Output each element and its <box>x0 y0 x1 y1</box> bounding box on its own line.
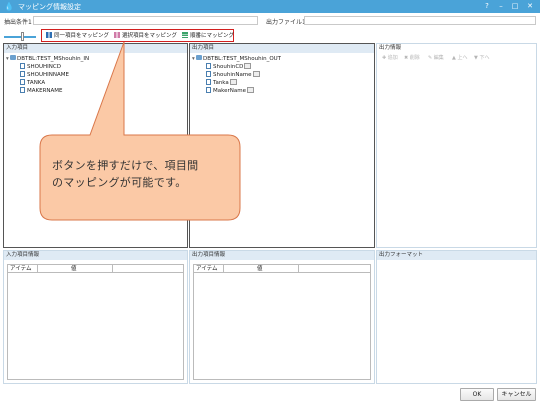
extract-condition-label: 抽出条件1 <box>4 19 32 26</box>
zoom-slider-handle[interactable] <box>21 32 24 41</box>
minimize-button[interactable]: – <box>496 1 506 11</box>
output-info-title: 出力情報 <box>377 44 536 53</box>
add-button[interactable]: ✚ 追加 <box>382 53 398 63</box>
column-value: 値 <box>224 265 299 273</box>
map-sequential-button[interactable]: 順番にマッピング <box>182 32 234 40</box>
output-items-panel: 出力項目 ▾ DBTBL:TEST_MShouhin_OUT ShouhinCD … <box>189 43 375 248</box>
mapping-slot[interactable] <box>246 87 254 93</box>
output-tree-root[interactable]: ▾ DBTBL:TEST_MShouhin_OUT <box>192 55 281 63</box>
input-field-item[interactable]: SHOUHINCD <box>20 63 61 71</box>
help-icon[interactable]: ? <box>482 1 492 11</box>
field-icon <box>206 87 211 93</box>
move-up-button[interactable]: ▲ 上へ <box>452 53 467 63</box>
map-same-icon <box>46 32 52 38</box>
delete-button[interactable]: ✖ 削除 <box>404 53 420 63</box>
map-same-items-button[interactable]: 同一項目をマッピング <box>46 32 109 40</box>
mapping-slot[interactable] <box>244 63 252 69</box>
move-down-button[interactable]: ▼ 下へ <box>474 53 489 63</box>
output-format-title: 出力フォーマット <box>377 251 536 260</box>
output-file-label: 出力ファイル1 <box>266 19 306 26</box>
table-header: アイテム 値 <box>194 265 370 273</box>
app-drops-icon: 💧 <box>4 2 14 11</box>
output-field-item[interactable]: ShouhinCD <box>206 63 252 71</box>
output-format-panel: 出力フォーマット <box>376 250 537 384</box>
output-item-info-title: 出力項目情報 <box>190 251 374 260</box>
cancel-button[interactable]: キャンセル <box>497 388 536 401</box>
callout-line-2: のマッピングが可能です。 <box>52 176 187 189</box>
input-items-title: 入力項目 <box>4 44 187 53</box>
input-item-info-table: アイテム 値 <box>7 264 184 380</box>
output-items-title: 出力項目 <box>190 44 374 53</box>
map-sequential-icon <box>182 32 188 38</box>
map-selected-icon <box>114 32 120 38</box>
output-field-item[interactable]: MakerName <box>206 87 254 95</box>
database-table-icon <box>10 55 16 60</box>
window-title: マッピング情報設定 <box>18 3 81 11</box>
input-field-item[interactable]: MAKERNAME <box>20 87 63 95</box>
field-icon <box>20 63 25 69</box>
close-button[interactable]: ✕ <box>525 1 535 11</box>
field-icon <box>206 79 211 85</box>
output-field-item[interactable]: Tanka <box>206 79 237 87</box>
input-items-panel: 入力項目 ▾ DBTBL:TEST_MShouhin_IN SHOUHINCD S… <box>3 43 188 248</box>
callout-line-1: ボタンを押すだけで、項目間 <box>52 159 199 172</box>
field-icon <box>20 71 25 77</box>
column-item: アイテム <box>8 265 38 273</box>
database-table-icon <box>196 55 202 60</box>
edit-button[interactable]: ✎ 編集 <box>428 53 444 63</box>
field-icon <box>20 87 25 93</box>
input-tree-root[interactable]: ▾ DBTBL:TEST_MShouhin_IN <box>6 55 89 63</box>
title-bar: 💧 マッピング情報設定 ? – □ ✕ <box>0 0 540 13</box>
output-info-toolbar: ✚ 追加 ✖ 削除 ✎ 編集 ▲ 上へ ▼ 下へ <box>378 53 536 63</box>
field-icon <box>206 63 211 69</box>
output-field-item[interactable]: ShouhinName <box>206 71 260 79</box>
mapping-slot[interactable] <box>252 71 260 77</box>
output-info-panel: 出力情報 <box>376 43 537 248</box>
input-item-info-title: 入力項目情報 <box>4 251 187 260</box>
ok-button[interactable]: OK <box>460 388 494 401</box>
output-file-field[interactable] <box>304 16 536 25</box>
zoom-slider-track[interactable] <box>4 36 36 38</box>
input-field-item[interactable]: TANKA <box>20 79 45 87</box>
output-item-info-table: アイテム 値 <box>193 264 371 380</box>
column-item: アイテム <box>194 265 224 273</box>
input-field-item[interactable]: SHOUHINNAME <box>20 71 69 79</box>
maximize-button[interactable]: □ <box>510 1 520 11</box>
mapping-slot[interactable] <box>229 79 237 85</box>
extract-condition-field[interactable] <box>33 16 258 25</box>
input-item-info-panel: 入力項目情報 アイテム 値 <box>3 250 188 384</box>
callout-text: ボタンを押すだけで、項目間 のマッピングが可能です。 <box>52 157 242 191</box>
map-selected-items-button[interactable]: 選択項目をマッピング <box>114 32 177 40</box>
field-icon <box>20 79 25 85</box>
table-header: アイテム 値 <box>8 265 183 273</box>
column-value: 値 <box>38 265 113 273</box>
mapping-toolbar: 同一項目をマッピング 選択項目をマッピング 順番にマッピング <box>41 29 234 42</box>
output-item-info-panel: 出力項目情報 アイテム 値 <box>189 250 375 384</box>
field-icon <box>206 71 211 77</box>
